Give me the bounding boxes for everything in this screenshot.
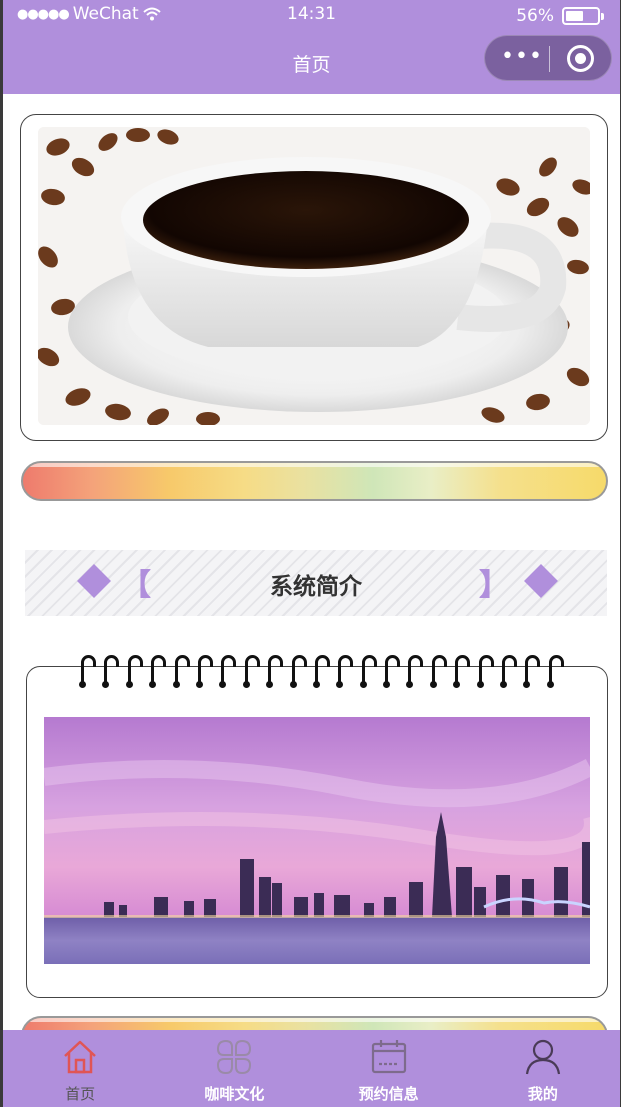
ring-icon bbox=[125, 655, 143, 689]
tab-coffee-culture-label: 咖啡文化 bbox=[204, 1085, 265, 1103]
battery-icon bbox=[562, 7, 604, 25]
ring-icon bbox=[523, 655, 541, 689]
ring-icon bbox=[219, 655, 237, 689]
ring-icon bbox=[149, 655, 167, 689]
ring-icon bbox=[336, 655, 354, 689]
battery-fill bbox=[566, 11, 583, 21]
status-bar: ●●●●● WeChat 14:31 56% bbox=[3, 2, 620, 28]
home-icon bbox=[64, 1040, 96, 1074]
ring-icon bbox=[266, 655, 284, 689]
ring-icon bbox=[289, 655, 307, 689]
phone-screen: ●●●●● WeChat 14:31 56% 首页 ••• 【 系统简介 】 首… bbox=[3, 0, 620, 1107]
more-options-icon[interactable]: ••• bbox=[501, 46, 543, 68]
tab-mine-label: 我的 bbox=[527, 1085, 558, 1103]
intro-card[interactable] bbox=[26, 655, 608, 998]
tab-mine[interactable]: 我的 bbox=[466, 1030, 620, 1107]
ring-icon bbox=[500, 655, 518, 689]
ring-icon bbox=[195, 655, 213, 689]
mini-program-capsule: ••• bbox=[484, 35, 612, 81]
decorative-watercolor-strip bbox=[21, 461, 608, 501]
coffee-cup-image bbox=[38, 127, 590, 425]
battery-group: 56% bbox=[516, 6, 604, 26]
capsule-divider bbox=[549, 46, 550, 72]
grid-icon bbox=[217, 1039, 252, 1075]
top-bar: ●●●●● WeChat 14:31 56% 首页 ••• bbox=[3, 0, 620, 94]
ring-icon bbox=[453, 655, 471, 689]
ring-icon bbox=[359, 655, 377, 689]
ring-icon bbox=[242, 655, 260, 689]
bottom-tab-bar: 首页 咖啡文化 预约信息 我的 bbox=[3, 1030, 620, 1107]
calendar-icon bbox=[371, 1040, 406, 1074]
tab-coffee-culture[interactable]: 咖啡文化 bbox=[157, 1030, 311, 1107]
ring-icon bbox=[383, 655, 401, 689]
ring-icon bbox=[546, 655, 564, 689]
ring-icon bbox=[102, 655, 120, 689]
ring-icon bbox=[172, 655, 190, 689]
section-title: 系统简介 bbox=[270, 574, 362, 600]
tab-reservation[interactable]: 预约信息 bbox=[312, 1030, 466, 1107]
ring-icon bbox=[429, 655, 447, 689]
banner-carousel[interactable] bbox=[20, 114, 608, 441]
spiral-binding bbox=[79, 655, 564, 691]
ring-icon bbox=[476, 655, 494, 689]
tab-home-label: 首页 bbox=[65, 1085, 96, 1103]
tab-reservation-label: 预约信息 bbox=[358, 1085, 419, 1103]
bracket-right: 】 bbox=[479, 568, 509, 603]
close-mini-program-icon[interactable] bbox=[567, 45, 594, 72]
user-icon bbox=[525, 1039, 560, 1075]
battery-percent: 56% bbox=[516, 6, 554, 26]
tab-home[interactable]: 首页 bbox=[3, 1030, 157, 1107]
section-header: 【 系统简介 】 bbox=[25, 550, 607, 616]
ring-icon bbox=[406, 655, 424, 689]
city-skyline-image bbox=[44, 717, 590, 964]
ring-icon bbox=[79, 655, 96, 689]
ring-icon bbox=[312, 655, 330, 689]
